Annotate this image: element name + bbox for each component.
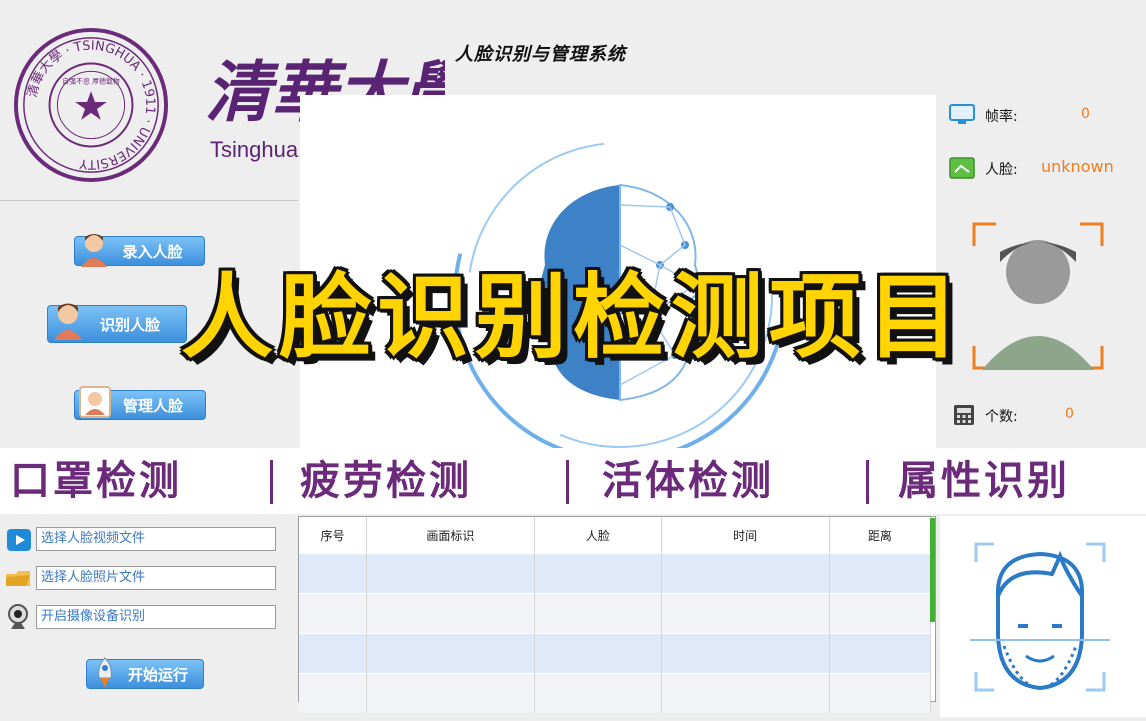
table-scrollbar[interactable] <box>930 518 935 622</box>
folder-icon <box>6 571 30 586</box>
divider <box>0 200 298 201</box>
column-header[interactable]: 序号 <box>299 517 367 554</box>
open-camera-input[interactable]: 开启摄像设备识别 <box>36 605 276 629</box>
count-value: 0 <box>1065 406 1074 422</box>
select-video-file-input[interactable]: 选择人脸视频文件 <box>36 527 276 551</box>
feature-mask-detection: 口罩检测 <box>10 458 182 504</box>
start-run-label: 开始运行 <box>127 665 188 684</box>
play-icon <box>7 529 31 551</box>
table-header-row: 序号 画面标识 人脸 时间 距离 <box>299 517 932 554</box>
column-header[interactable]: 画面标识 <box>366 517 535 554</box>
seal-motto: 自强不息 厚德载物 <box>62 76 120 85</box>
table-row[interactable] <box>299 673 932 713</box>
divider <box>270 460 273 504</box>
calculator-icon <box>954 405 974 425</box>
tsinghua-seal-icon: 清華大學 · TSINGHUA · 1911 · UNIVERSITY 自强不息… <box>13 27 169 183</box>
face-card-icon <box>949 157 975 179</box>
fps-value: 0 <box>1081 106 1090 122</box>
feature-liveness-detection: 活体检测 <box>602 458 774 504</box>
face-value: unknown <box>1041 157 1114 176</box>
start-run-button[interactable]: 开始运行 <box>86 657 204 689</box>
column-header[interactable]: 人脸 <box>534 517 662 554</box>
results-table: 序号 画面标识 人脸 时间 距离 <box>298 516 936 713</box>
select-photo-file-input[interactable]: 选择人脸照片文件 <box>36 566 276 590</box>
system-title: 人脸识别与管理系统 <box>455 44 626 65</box>
table-row[interactable] <box>299 633 932 674</box>
table-row[interactable] <box>299 593 932 634</box>
webcam-icon <box>8 604 28 629</box>
table-row[interactable] <box>299 553 932 594</box>
feature-fatigue-detection: 疲劳检测 <box>300 458 472 504</box>
rocket-icon <box>98 657 112 688</box>
column-header[interactable]: 距离 <box>829 517 932 554</box>
feature-attribute-recognition: 属性识别 <box>898 458 1070 504</box>
divider <box>866 460 869 504</box>
fps-label: 帧率: <box>985 109 1018 125</box>
count-label: 个数: <box>985 409 1018 425</box>
banner-title: 人脸识别检测项目 <box>180 264 965 371</box>
face-label: 人脸: <box>985 162 1018 178</box>
face-scan-panel <box>940 516 1146 717</box>
column-header[interactable]: 时间 <box>661 517 830 554</box>
face-scan-icon <box>970 542 1110 692</box>
monitor-icon <box>949 104 975 124</box>
divider <box>566 460 569 504</box>
